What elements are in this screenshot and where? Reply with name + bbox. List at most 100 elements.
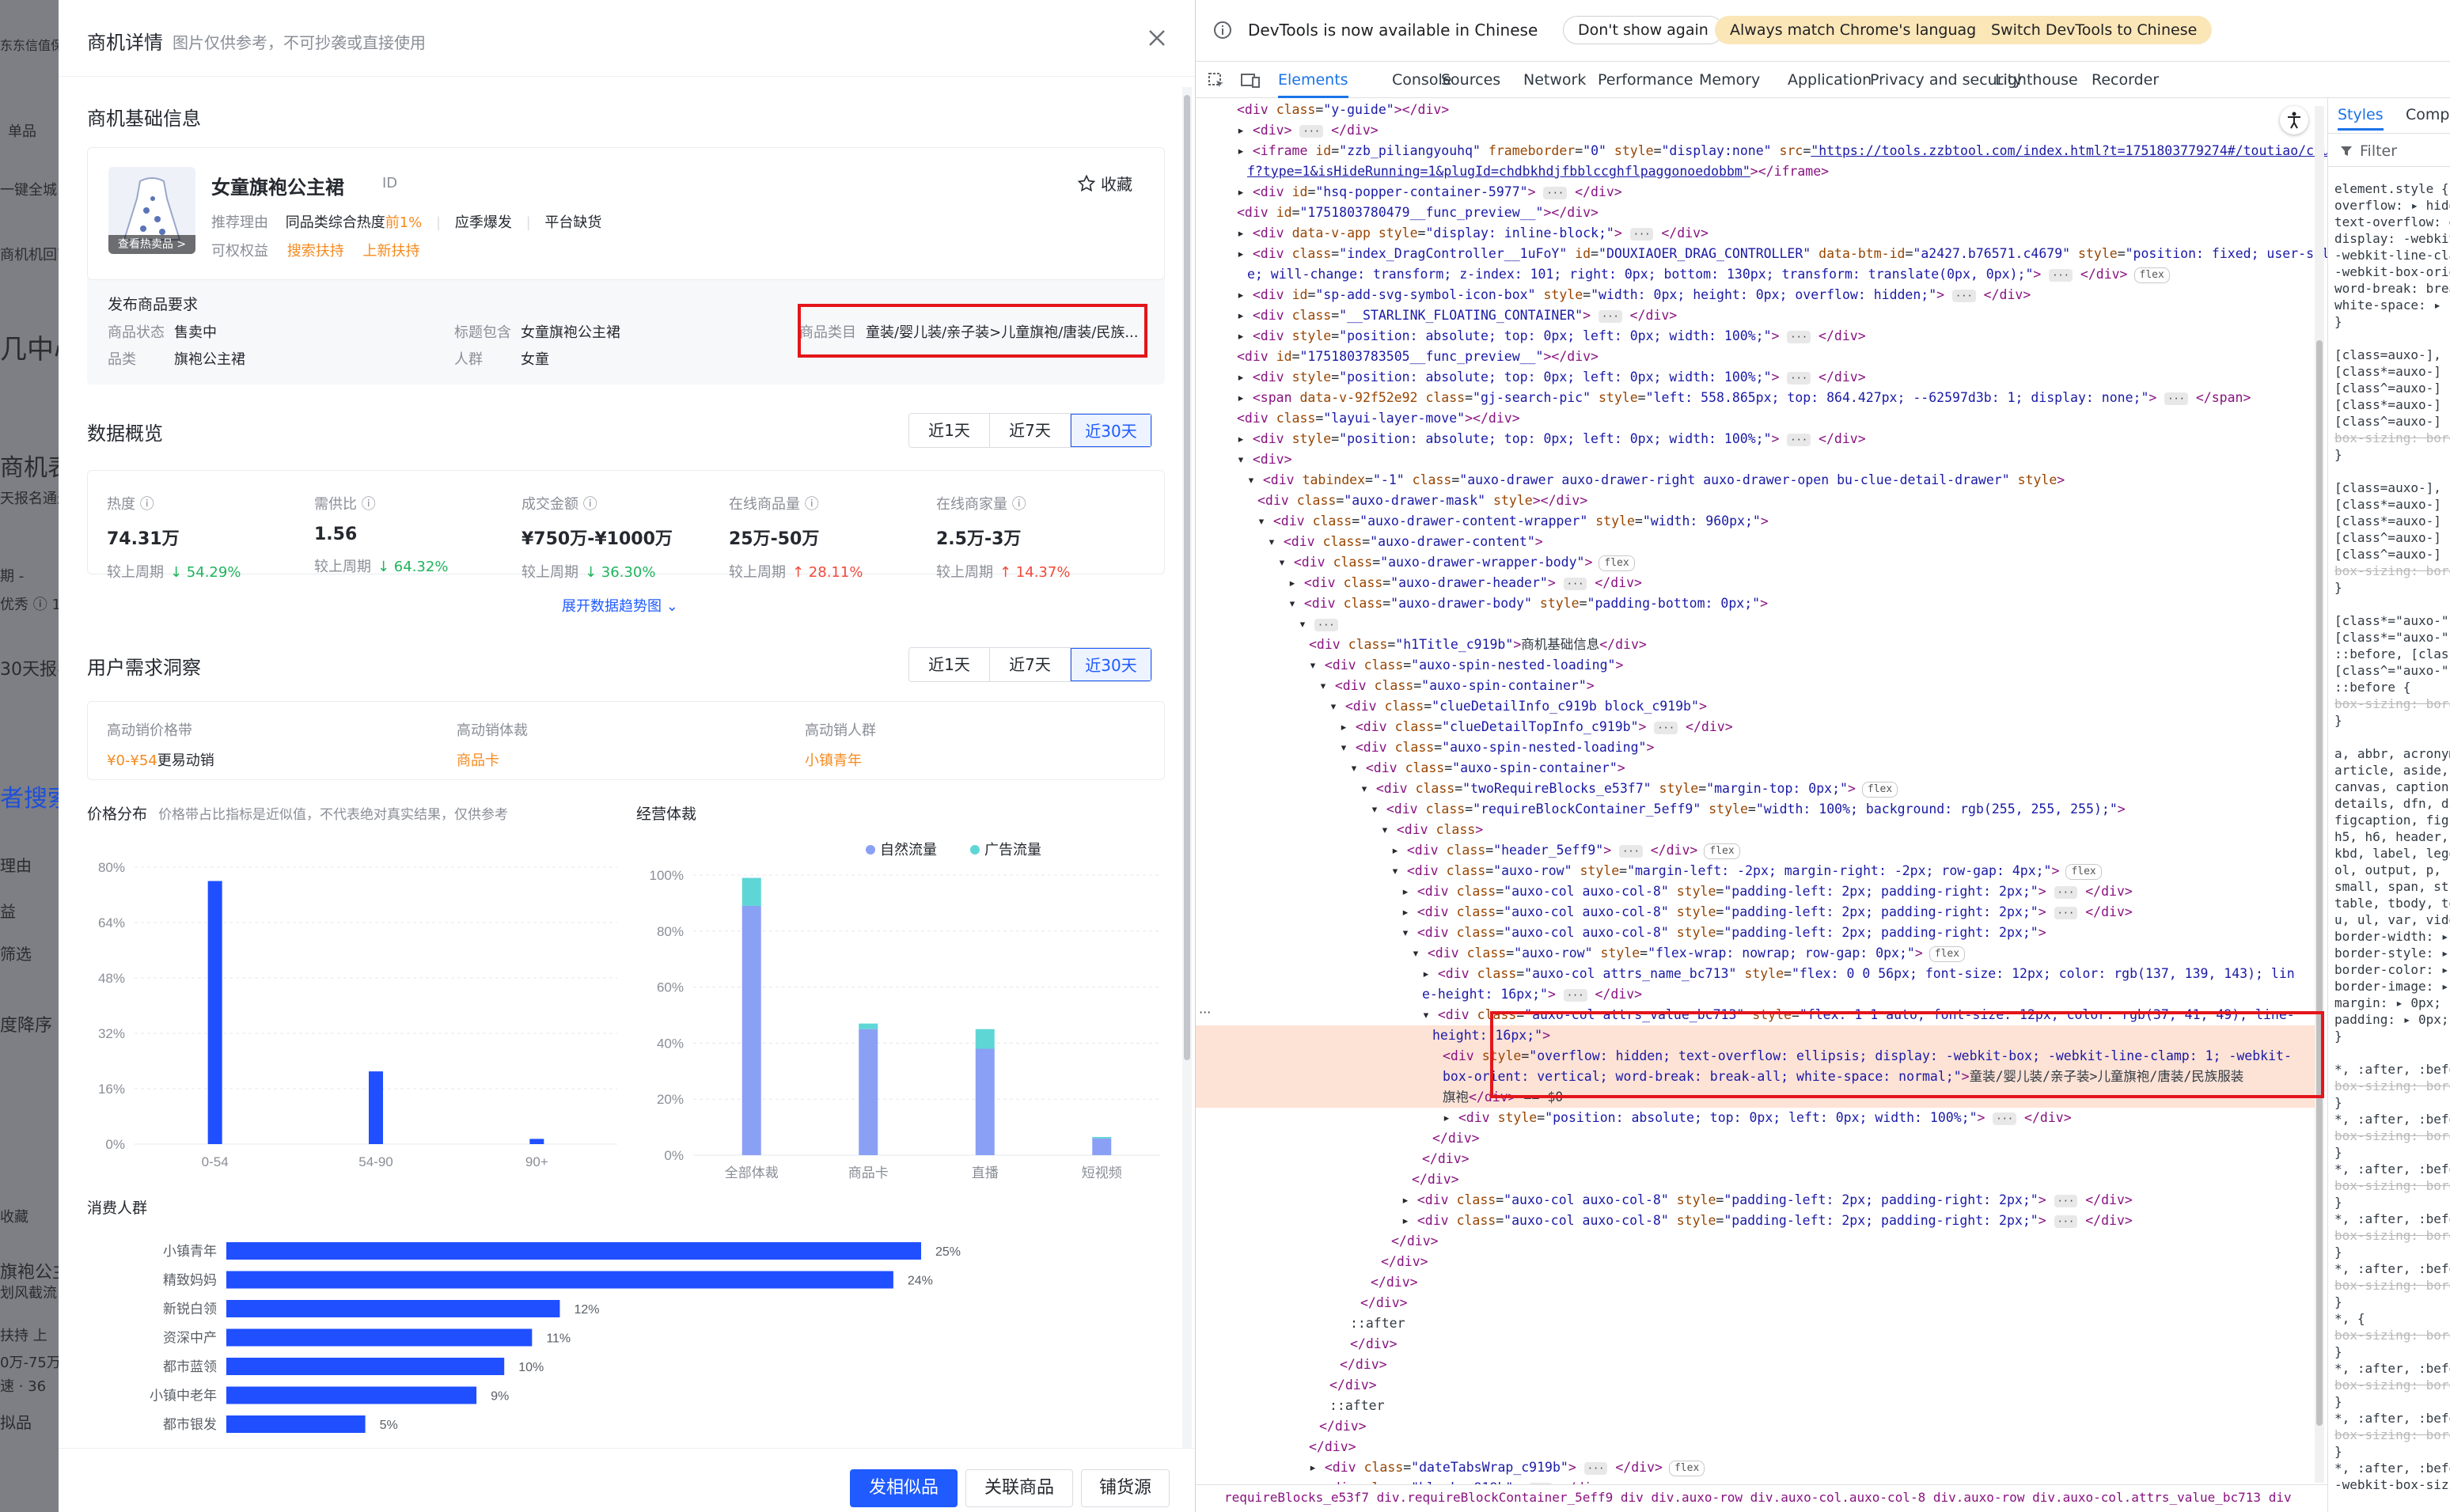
style-rule-line[interactable]: } — [2334, 712, 2342, 729]
devtools-tab-memory[interactable]: Memory — [1699, 62, 1760, 98]
dom-node-line[interactable]: ▾ <div class="auxo-col auxo-col-8" style… — [1401, 923, 2046, 943]
style-rule-line[interactable]: [class*="auxo-"], [c — [2334, 612, 2450, 629]
style-rule-line[interactable]: } — [2334, 1144, 2342, 1161]
style-rule-line[interactable]: [class=auxo-], — [2334, 479, 2441, 496]
style-rule-line[interactable]: [class^=auxo-] :befo — [2334, 413, 2450, 430]
tab-computed[interactable]: Computed — [2406, 106, 2450, 123]
rights-new-support[interactable]: 上新扶持 — [362, 243, 419, 260]
dom-node-line[interactable]: ▾ <div class="auxo-spin-nested-loading"> — [1309, 655, 1623, 676]
dom-node-line[interactable]: ▾ <div class="auxo-spin-nested-loading"> — [1340, 737, 1654, 758]
dom-node-line[interactable]: box-orient: vertical; word-break: break-… — [1443, 1067, 2243, 1087]
accessibility-tree-button[interactable] — [2280, 106, 2308, 135]
dom-node-line[interactable]: </div> — [1422, 1149, 1470, 1169]
style-rule-line[interactable]: } — [2334, 446, 2342, 463]
dom-breadcrumb[interactable]: requireBlocks_e53f7 div.requireBlockCont… — [1224, 1490, 2292, 1505]
style-rule-line[interactable]: [class*=auxo-] *, [c — [2334, 496, 2450, 513]
devtools-tab-recorder[interactable]: Recorder — [2092, 62, 2159, 98]
tab-7-days[interactable]: 近7天 — [990, 414, 1071, 447]
style-rule-line[interactable]: [class^=auxo-] :befo — [2334, 546, 2450, 563]
dom-node-line[interactable]: <div id="1751803780479__func_preview__">… — [1237, 203, 1599, 223]
style-rule-line[interactable]: text-overflow: el — [2334, 214, 2450, 230]
style-rule-line[interactable]: box-sizing: borde — [2334, 1277, 2450, 1294]
scrollbar-thumb[interactable] — [2316, 340, 2323, 1426]
dom-node-line[interactable]: ▸ <div style="position: absolute; top: 0… — [1443, 1108, 2072, 1128]
style-rule-line[interactable]: -webkit-box-sizi — [2334, 1476, 2450, 1493]
style-rule-line[interactable]: *, :after, :before — [2334, 1410, 2450, 1427]
dom-node-line[interactable]: ▾ <div class="auxo-drawer-content-wrappe… — [1257, 511, 1769, 532]
product-id-label[interactable]: ID — [382, 175, 397, 191]
style-rule-line[interactable]: [class*=auxo-] *, [c — [2334, 363, 2450, 380]
dom-node-line[interactable]: e-height: 16px;"> ··· </div> — [1422, 984, 1642, 1005]
related-products-button[interactable]: 关联商品 — [965, 1469, 1073, 1507]
dom-node-line[interactable]: <div class="layui-layer-move"></div> — [1237, 408, 1520, 429]
bar-segment[interactable] — [741, 877, 761, 906]
tab-30-days[interactable]: 近30天 — [1071, 648, 1151, 681]
style-rule-line[interactable]: [class^="auxo-"] ::a — [2334, 662, 2450, 679]
style-rule-line[interactable]: box-sizing: borde — [2334, 430, 2450, 446]
dom-node-line[interactable]: </div> — [1391, 1231, 1439, 1252]
publish-similar-button[interactable]: 发相似品 — [850, 1469, 958, 1507]
style-rule-line[interactable]: u, ul, var, video { — [2334, 911, 2450, 928]
selected-node-ellipsis[interactable]: ··· — [1199, 1005, 1211, 1020]
drawer-scrollbar[interactable] — [1182, 87, 1192, 1448]
dom-node-line[interactable]: ▸ <div id="sp-add-svg-symbol-icon-box" s… — [1237, 285, 2031, 305]
bar-segment[interactable] — [741, 905, 761, 1155]
styles-filter-input[interactable]: Filter — [2360, 142, 2397, 160]
style-rule-line[interactable]: *, :after, :before — [2334, 1161, 2450, 1177]
bar[interactable] — [207, 881, 222, 1145]
dom-node-line[interactable]: ▸ <div class="block_c919b"> ··· </div> — [1309, 1478, 1607, 1484]
devtools-tab-lighthouse[interactable]: Lighthouse — [1995, 62, 2078, 98]
style-rule-line[interactable]: canvas, caption, cen — [2334, 779, 2450, 795]
bar[interactable] — [226, 1415, 366, 1433]
dont-show-again-button[interactable]: Don't show again — [1563, 16, 1724, 44]
style-rule-line[interactable]: box-sizing: borde — [2334, 695, 2450, 712]
style-rule-line[interactable]: [class*=auxo-] :befo — [2334, 396, 2450, 413]
style-rule-line[interactable]: border-style: ▸ n — [2334, 945, 2450, 961]
dom-node-line[interactable]: ▸ <div class="dateTabsWrap_c919b"> ··· <… — [1309, 1457, 1705, 1478]
style-rule-line[interactable]: kbd, label, legend, — [2334, 845, 2450, 862]
dom-node-line[interactable]: ▸ <div class="auxo-col auxo-col-8" style… — [1401, 1190, 2133, 1211]
dom-node-line[interactable]: ▸ <div style="position: absolute; top: 0… — [1237, 429, 1866, 449]
style-rule-line[interactable]: box-sizing: borde — [2334, 1227, 2450, 1244]
style-rule-line[interactable]: box-sizing: borde — [2334, 1177, 2450, 1194]
bar-segment[interactable] — [1092, 1138, 1112, 1155]
dom-node-line[interactable]: ▸ <div class="auxo-col attrs_name_bc713"… — [1422, 964, 2295, 984]
legend-label[interactable]: 自然流量 — [880, 842, 937, 858]
elements-scrollbar[interactable] — [2315, 106, 2324, 1483]
devtools-tab-application[interactable]: Application — [1788, 62, 1872, 98]
devtools-tab-elements[interactable]: Elements — [1278, 62, 1348, 98]
dom-node-line[interactable]: </div> — [1350, 1334, 1398, 1355]
dom-node-line[interactable]: height: 16px;"> — [1432, 1025, 1550, 1046]
bar-segment[interactable] — [1092, 1136, 1112, 1139]
dom-node-line[interactable]: ▾ <div class="auxo-drawer-content"> — [1268, 532, 1543, 552]
style-rule-line[interactable]: details, dfn, div, d — [2334, 795, 2450, 812]
style-rule-line[interactable]: border-color: ▸ — [2334, 961, 2449, 978]
close-icon[interactable] — [1143, 24, 1171, 52]
device-toolbar-icon[interactable] — [1240, 71, 1261, 90]
dom-node-line[interactable]: ▸ <div style="position: absolute; top: 0… — [1237, 367, 1866, 388]
dom-node-line[interactable]: </div> — [1309, 1437, 1356, 1457]
bar[interactable] — [226, 1386, 477, 1404]
dom-node-line[interactable]: ▾ ··· — [1299, 614, 1338, 635]
dom-node-line[interactable]: ▾ <div class="auxo-drawer-wrapper-body">… — [1278, 552, 1635, 573]
help-icon[interactable]: ⓘ — [357, 496, 376, 513]
product-thumbnail[interactable]: 查看热卖品 > — [108, 167, 195, 254]
dom-node-line[interactable]: </div> — [1432, 1128, 1480, 1149]
dom-node-line[interactable]: <div style="overflow: hidden; text-overf… — [1443, 1046, 2292, 1067]
dom-node-line[interactable]: ::after — [1350, 1313, 1405, 1334]
style-rule-line[interactable]: box-sizing: borde — [2334, 1078, 2450, 1094]
dom-node-line[interactable]: ▸ <div class="auxo-col auxo-col-8" style… — [1401, 881, 2133, 902]
style-rule-line[interactable]: box-sizing: borde — [2334, 1127, 2450, 1144]
style-rule-line[interactable]: [class*=auxo-] :befo — [2334, 513, 2450, 529]
dom-node-line[interactable]: ▸ <div class="clueDetailTopInfo_c919b"> … — [1340, 717, 1733, 737]
style-rule-line[interactable]: [class=auxo-], — [2334, 347, 2441, 363]
always-match-language-button[interactable]: Always match Chrome's language — [1715, 16, 2001, 44]
style-rule-line[interactable]: } — [2334, 1194, 2342, 1211]
style-rule-line[interactable]: white-space: ▸ no — [2334, 297, 2450, 313]
expand-trend-link[interactable]: 展开数据趋势图 ⌄ — [562, 595, 678, 616]
style-rule-line[interactable]: ::before, [class ^="a — [2334, 646, 2450, 662]
dom-node-line[interactable]: e; will-change: transform; z-index: 101;… — [1247, 264, 2170, 285]
dom-node-line[interactable]: </div> — [1360, 1293, 1408, 1313]
devtools-tab-sources[interactable]: Sources — [1441, 62, 1500, 98]
dom-node-line[interactable]: </div> — [1381, 1252, 1428, 1272]
